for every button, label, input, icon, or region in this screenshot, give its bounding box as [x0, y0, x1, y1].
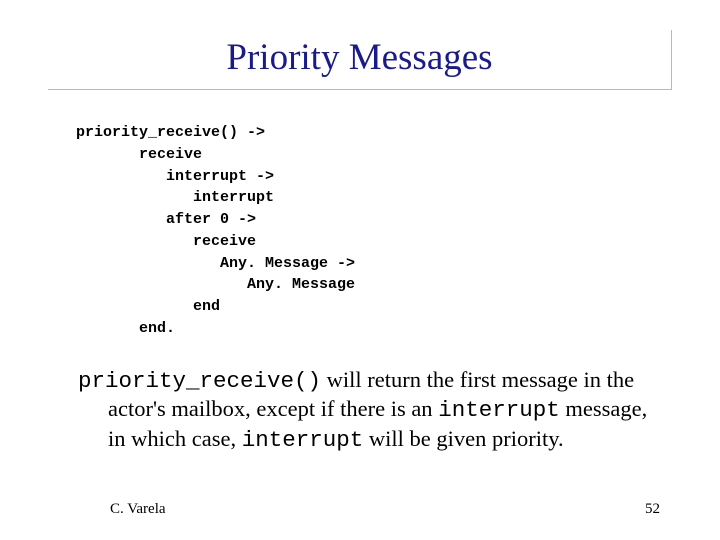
slide-title: Priority Messages — [58, 36, 661, 79]
description-paragraph: priority_receive() will return the first… — [78, 366, 672, 455]
footer-author: C. Varela — [110, 501, 166, 518]
code-term-interrupt-1: interrupt — [438, 397, 560, 423]
footer-page-number: 52 — [645, 501, 660, 518]
slide: Priority Messages priority_receive() -> … — [0, 0, 720, 540]
title-container: Priority Messages — [48, 30, 672, 90]
footer: C. Varela 52 — [0, 501, 720, 518]
code-term-priority-receive: priority_receive() — [78, 368, 321, 394]
code-term-interrupt-2: interrupt — [242, 427, 364, 453]
code-block: priority_receive() -> receive interrupt … — [76, 122, 672, 340]
desc-text-3: will be given priority. — [363, 426, 563, 451]
